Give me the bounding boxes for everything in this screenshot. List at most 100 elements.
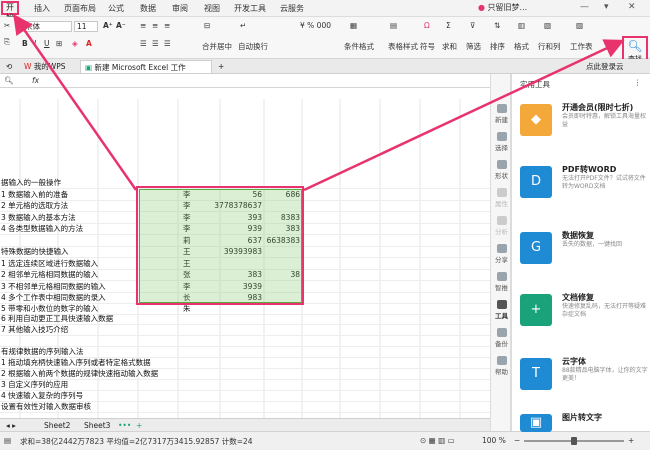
annotation-highlight-box [136, 186, 304, 305]
zoom-out-icon[interactable]: − [514, 436, 520, 445]
image-to-text-icon: ▣ [520, 414, 552, 432]
tool-title: 图片转文字 [562, 413, 602, 422]
sort-button[interactable]: 排序 [490, 41, 505, 52]
table-row[interactable]: 4 快速输入复杂的序列号 [0, 391, 490, 402]
format-icon[interactable]: ▥ [518, 21, 525, 30]
tool-card[interactable]: T 云字体 88款精品电脑字体，让你的文字更美！ [518, 354, 648, 404]
analysis-icon [496, 216, 507, 225]
rail-label: 分享 [495, 256, 508, 264]
minimize-icon[interactable]: — [580, 2, 589, 12]
cell-text: 4 各类型数据输入的方法 [1, 224, 84, 233]
close-icon[interactable]: ✕ [628, 2, 636, 12]
tool-desc: 88款精品电脑字体，让你的文字更美！ [562, 367, 648, 382]
rail-properties[interactable]: 属性 [491, 188, 512, 208]
login-cloud-button[interactable]: 点此登录云 [582, 60, 628, 73]
cell-text: 3 不相邻单元格相同数据的输入 [1, 282, 106, 291]
selection-stats: 求和=38亿2442万7823 平均值=2亿7317万3415.92857 计数… [20, 437, 253, 446]
panel-title: 实用工具 [520, 80, 550, 89]
tool-title: 文档修复 [562, 293, 594, 302]
tool-desc: 会员即时特惠，解锁工具海量权益 [562, 113, 647, 128]
sheet-tab[interactable]: Sheet3 [80, 420, 114, 431]
cloud-font-icon: T [520, 358, 552, 390]
properties-icon [496, 188, 507, 197]
search-icon: 🔍︎ [627, 39, 643, 53]
rail-select[interactable]: 选择 [491, 132, 512, 152]
cell-text: 特殊数据的快捷输入 [1, 247, 69, 256]
panel-menu-icon[interactable]: ⋮ [634, 78, 642, 87]
tools-icon [496, 300, 507, 309]
table-row[interactable]: 1 拖动填充柄快速输入序列或者特定格式数据 [0, 358, 490, 369]
pdf-to-word-icon: D [520, 166, 552, 198]
cell-text: 7 其他输入技巧介绍 [1, 325, 69, 334]
table-row[interactable]: 2 根据输入前两个数据的规律快速拖动输入数据 [0, 369, 490, 380]
rail-label: 分析 [495, 228, 508, 236]
tool-title: 数据恢复 [562, 231, 594, 240]
cell-text: 1 数据输入前的准备 [1, 190, 69, 199]
cell-text: 3 数据输入的基本方法 [1, 213, 76, 222]
sheet-nav-icon[interactable]: ◂ ▸ [2, 420, 20, 431]
rail-smart[interactable]: 智推 [491, 272, 512, 292]
zoom-slider-thumb[interactable] [571, 437, 577, 445]
cell-text: 3 自定义序列的应用 [1, 380, 69, 389]
cell-text: 设置有效性对输入数据审核 [1, 402, 91, 411]
cell-text: 据输入的一般操作 [1, 178, 61, 187]
new-icon [496, 104, 507, 113]
zoom-level[interactable]: 100 % [482, 436, 506, 445]
view-mode-icons[interactable]: ⊙ ▦ ▥ ▭ [420, 436, 455, 445]
cell-text: 4 快速输入复杂的序列号 [1, 391, 84, 400]
shape-icon [496, 160, 507, 169]
table-row[interactable]: 7 其他输入技巧介绍 [0, 325, 490, 336]
cell-text: 2 相邻单元格相同数据的输入 [1, 270, 99, 279]
rows-cols-button[interactable]: 行和列 [538, 41, 561, 52]
tool-card[interactable]: ◆ 开通会员(限时七折) 会员即时特惠，解锁工具海量权益 [518, 100, 646, 150]
rail-label: 属性 [495, 200, 508, 208]
sheet-button[interactable]: 工作表 [570, 41, 593, 52]
table-row[interactable]: 有规律数据的序列输入法 [0, 347, 490, 358]
rail-analysis[interactable]: 分析 [491, 216, 512, 236]
backup-icon [496, 328, 507, 337]
tool-desc: 丢失的数据，一键找回 [562, 241, 623, 248]
rail-share[interactable]: 分享 [491, 244, 512, 264]
sheet-icon[interactable]: ▨ [576, 21, 583, 30]
doc-repair-icon: + [520, 294, 552, 326]
rail-label: 新建 [495, 116, 508, 124]
zoom-in-icon[interactable]: + [628, 436, 634, 445]
rail-new[interactable]: 新建 [491, 104, 512, 124]
rail-label: 选择 [495, 144, 508, 152]
table-row[interactable] [0, 336, 490, 347]
tool-desc: 快速修复乱码，无法打开等疑难杂症文档 [562, 303, 647, 318]
tool-card[interactable]: G 数据恢复 丢失的数据，一键找回 [518, 228, 646, 278]
add-sheet-button[interactable]: + [132, 420, 146, 431]
tools-panel: 实用工具 ⋮ ◆ 开通会员(限时七折) 会员即时特惠，解锁工具海量权益 D PDF转W… [511, 74, 650, 432]
cell-text: 有规律数据的序列输入法 [1, 347, 84, 356]
help-icon [496, 356, 507, 365]
status-bar: ▤ 求和=38亿2442万7823 平均值=2亿7317万3415.92857 … [0, 431, 650, 450]
vip-icon: ◆ [520, 104, 552, 136]
tool-card[interactable]: D PDF转WORD 无法打开PDF文件？试试将文件转为WORD文档 [518, 162, 646, 212]
rail-backup[interactable]: 备份 [491, 328, 512, 348]
format-button[interactable]: 格式 [514, 41, 529, 52]
account-name[interactable]: ● 只留旧梦... [478, 1, 568, 16]
rail-tools[interactable]: 工具 [491, 300, 512, 320]
sheet-tab[interactable]: Sheet2 [40, 420, 74, 431]
table-row[interactable]: 3 自定义序列的应用 [0, 380, 490, 391]
cell-text: 2 根据输入前两个数据的规律快速拖动输入数据 [1, 369, 159, 378]
table-row[interactable]: 6 利用自动更正工具快速输入数据 [0, 314, 490, 325]
cell-text: 6 利用自动更正工具快速输入数据 [1, 314, 114, 323]
cell-text: 1 拖动填充柄快速输入序列或者特定格式数据 [1, 358, 151, 367]
tool-title: 开通会员(限时七折) [562, 103, 634, 112]
side-rail: 新建 选择 形状 属性 分析 分享 智推 工具 备份 帮助 [490, 74, 511, 431]
sort-icon[interactable]: ⇅ [494, 21, 500, 30]
rail-help[interactable]: 帮助 [491, 356, 512, 376]
tool-desc: 无法打开PDF文件？试试将文件转为WORD文档 [562, 175, 646, 190]
rail-label: 工具 [495, 312, 508, 320]
settings-icon[interactable]: ▾ [604, 2, 609, 12]
account-label: 只留旧梦... [487, 3, 528, 12]
tool-card[interactable]: ▣ 图片转文字 [518, 410, 646, 432]
rail-shape[interactable]: 形状 [491, 160, 512, 180]
tool-card[interactable]: + 文档修复 快速修复乱码，无法打开等疑难杂症文档 [518, 290, 646, 340]
table-row[interactable]: 设置有效性对输入数据审核 [0, 402, 490, 413]
smart-icon [496, 272, 507, 281]
rows-cols-icon[interactable]: ▧ [544, 21, 551, 30]
rail-label: 智推 [495, 284, 508, 292]
